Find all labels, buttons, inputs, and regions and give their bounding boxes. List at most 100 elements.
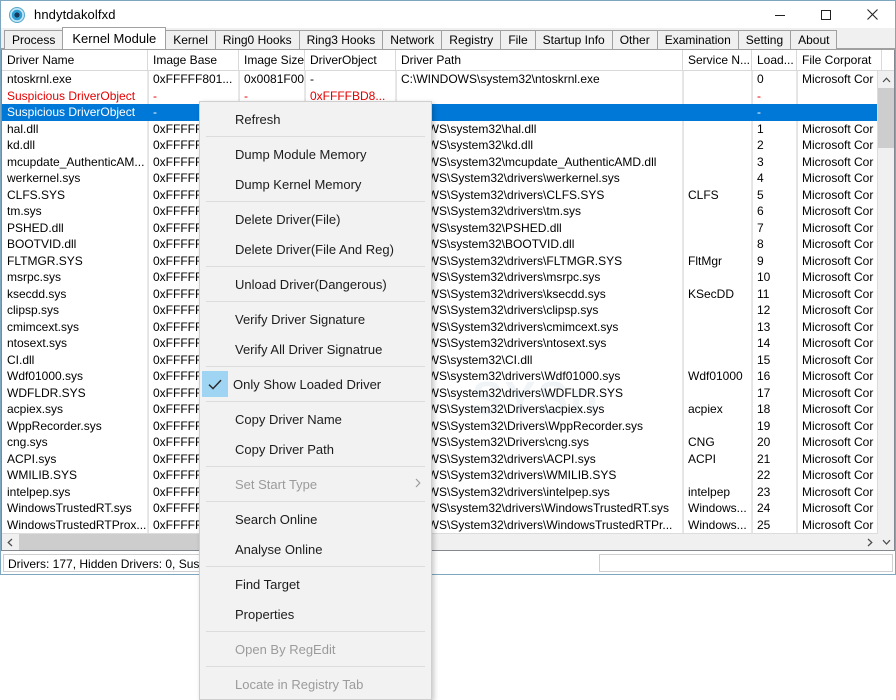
table-row[interactable]: BOOTVID.dll 0xFFFFF80 NDOWS\system32\BOOTV…: [2, 236, 894, 253]
table-row[interactable]: ntoskrnl.exe 0xFFFFF801... 0x0081F000- C:\W…: [2, 71, 894, 88]
menu-item-copy-driver-path[interactable]: Copy Driver Path: [200, 434, 431, 464]
tab-kernel[interactable]: Kernel: [165, 30, 216, 49]
cell-corp: Microsoft Cor: [797, 500, 882, 517]
tab-other[interactable]: Other: [611, 30, 658, 49]
tab-kernel-module[interactable]: Kernel Module: [62, 27, 167, 49]
scroll-right-arrow-icon[interactable]: [862, 534, 878, 550]
tab-ring0-hooks[interactable]: Ring0 Hooks: [214, 30, 300, 49]
menu-item-dump-module-memory[interactable]: Dump Module Memory: [200, 139, 431, 169]
table-row[interactable]: cmimcext.sys 0xFFFFF80 NDOWS\System32\driv…: [2, 318, 894, 335]
cell-name: kd.dll: [2, 137, 148, 154]
cell-service: KSecDD: [683, 285, 752, 302]
table-row[interactable]: werkernel.sys 0xFFFFF80 NDOWS\System32\dri…: [2, 170, 894, 187]
menu-item-find-target[interactable]: Find Target: [200, 569, 431, 599]
menu-item-refresh[interactable]: Refresh: [200, 104, 431, 134]
menu-icon-slot: [200, 504, 230, 534]
column-header-driver-name[interactable]: Driver Name: [2, 50, 148, 70]
tab-startup-info[interactable]: Startup Info: [534, 30, 613, 49]
column-header-driverobject[interactable]: DriverObject: [305, 50, 396, 70]
menu-item-only-show-loaded-driver[interactable]: Only Show Loaded Driver: [200, 369, 431, 399]
table-row[interactable]: Suspicious DriverObject--0xFFFFBD8...-: [2, 104, 894, 121]
cell-corp: Microsoft Cor: [797, 203, 882, 220]
menu-item-open-by-regedit: Open By RegEdit: [200, 634, 431, 664]
table-row[interactable]: FLTMGR.SYS 0xFFFFF80 NDOWS\System32\driver…: [2, 252, 894, 269]
table-row[interactable]: CI.dll 0xFFFFF80 NDOWS\system32\CI.dll 15 Mi…: [2, 351, 894, 368]
minimize-icon[interactable]: [757, 1, 803, 28]
table-row[interactable]: WppRecorder.sys 0xFFFFF80 NDOWS\System32\D…: [2, 417, 894, 434]
cell-order: 14: [752, 335, 797, 352]
vertical-scroll-thumb[interactable]: [878, 88, 894, 148]
table-row[interactable]: intelpep.sys 0xFFFFF80 NDOWS\System32\driv…: [2, 483, 894, 500]
column-header-image-base[interactable]: Image Base: [148, 50, 239, 70]
column-header-load-[interactable]: Load...: [752, 50, 797, 70]
cell-service: [683, 170, 752, 187]
column-header-service-n-[interactable]: Service N...: [683, 50, 752, 70]
table-row[interactable]: ksecdd.sys 0xFFFFF80 NDOWS\System32\driver…: [2, 285, 894, 302]
maximize-icon[interactable]: [803, 1, 849, 28]
menu-item-analyse-online[interactable]: Analyse Online: [200, 534, 431, 564]
vertical-scrollbar[interactable]: [877, 71, 894, 550]
table-row[interactable]: hal.dll 0xFFFFF80 NDOWS\system32\hal.dll 1 M…: [2, 120, 894, 137]
close-icon[interactable]: [849, 1, 895, 28]
horizontal-scrollbar[interactable]: [2, 533, 878, 550]
menu-item-delete-driver-file[interactable]: Delete Driver(File): [200, 204, 431, 234]
tab-setting[interactable]: Setting: [737, 30, 792, 49]
menu-item-properties[interactable]: Properties: [200, 599, 431, 629]
cell-order: 0: [752, 71, 797, 88]
scroll-up-arrow-icon[interactable]: [878, 71, 894, 88]
menu-item-unload-driver-dangerous[interactable]: Unload Driver(Dangerous): [200, 269, 431, 299]
cell-path: NDOWS\System32\Drivers\WppRecorder.sys: [396, 417, 683, 434]
menu-separator: [206, 631, 425, 632]
table-row[interactable]: kd.dll 0xFFFFF80 NDOWS\system32\kd.dll 2 Mic…: [2, 137, 894, 154]
menu-separator: [206, 501, 425, 502]
tab-file[interactable]: File: [500, 30, 536, 49]
table-row[interactable]: Wdf01000.sys 0xFFFFF80 NDOWS\system32\driv…: [2, 368, 894, 385]
scroll-down-arrow-icon[interactable]: [878, 533, 894, 550]
table-row[interactable]: cng.sys 0xFFFFF80 NDOWS\System32\Drivers\c…: [2, 434, 894, 451]
table-row[interactable]: WMILIB.SYS 0xFFFFF80 NDOWS\System32\driver…: [2, 467, 894, 484]
table-row[interactable]: Suspicious DriverObject--0xFFFFBD8...-: [2, 87, 894, 104]
menu-item-verify-all-driver-signatrue[interactable]: Verify All Driver Signatrue: [200, 334, 431, 364]
scroll-left-arrow-icon[interactable]: [2, 534, 18, 550]
cell-path: NDOWS\System32\drivers\clipsp.sys: [396, 302, 683, 319]
table-row[interactable]: tm.sys 0xFFFFF80 NDOWS\System32\drivers\tm…: [2, 203, 894, 220]
table-row[interactable]: WindowsTrustedRT.sys 0xFFFFF80 NDOWS\syste…: [2, 500, 894, 517]
cell-order: 24: [752, 500, 797, 517]
window-title: hndytdakolfxd: [34, 7, 116, 22]
column-header-file-corporat[interactable]: File Corporat: [797, 50, 882, 70]
tab-ring3-hooks[interactable]: Ring3 Hooks: [298, 30, 384, 49]
table-row[interactable]: WindowsTrustedRTProx... 0xFFFFF80 NDOWS\Sy…: [2, 516, 894, 533]
table-row[interactable]: WDFLDR.SYS 0xFFFFF80 NDOWS\system32\driver…: [2, 384, 894, 401]
menu-item-label: Properties: [235, 606, 295, 622]
tab-about[interactable]: About: [790, 30, 838, 49]
table-row[interactable]: msrpc.sys 0xFFFFF80 NDOWS\System32\drivers…: [2, 269, 894, 286]
menu-item-search-online[interactable]: Search Online: [200, 504, 431, 534]
column-header-image-size[interactable]: Image Size: [239, 50, 305, 70]
table-row[interactable]: ACPI.sys 0xFFFFF80 NDOWS\System32\drivers\…: [2, 450, 894, 467]
cell-path: NDOWS\system32\drivers\Wdf01000.sys: [396, 368, 683, 385]
menu-icon-slot: [200, 469, 230, 499]
cell-name: acpiex.sys: [2, 401, 148, 418]
driver-list-panel: Driver Name Image Base Image Size DriverObj…: [1, 50, 895, 551]
menu-item-delete-driver-file-and-reg[interactable]: Delete Driver(File And Reg): [200, 234, 431, 264]
menu-separator: [206, 301, 425, 302]
menu-icon-slot: [200, 334, 230, 364]
table-row[interactable]: PSHED.dll 0xFFFFF80 NDOWS\system32\PSHED.d…: [2, 219, 894, 236]
cell-path: NDOWS\System32\drivers\intelpep.sys: [396, 483, 683, 500]
cell-service: [683, 120, 752, 137]
table-row[interactable]: CLFS.SYS 0xFFFFF80 NDOWS\System32\drivers\…: [2, 186, 894, 203]
column-header-driver-path[interactable]: Driver Path: [396, 50, 683, 70]
table-row[interactable]: acpiex.sys 0xFFFFF80 NDOWS\System32\Driver…: [2, 401, 894, 418]
menu-item-dump-kernel-memory[interactable]: Dump Kernel Memory: [200, 169, 431, 199]
tab-process[interactable]: Process: [4, 30, 64, 49]
cell-name: tm.sys: [2, 203, 148, 220]
menu-icon-slot: [200, 569, 230, 599]
tab-registry[interactable]: Registry: [441, 30, 502, 49]
tab-examination[interactable]: Examination: [656, 30, 739, 49]
menu-item-verify-driver-signature[interactable]: Verify Driver Signature: [200, 304, 431, 334]
table-row[interactable]: ntosext.sys 0xFFFFF80 NDOWS\System32\drive…: [2, 335, 894, 352]
table-row[interactable]: mcupdate_AuthenticAM... 0xFFFFF80 NDOWS\sy…: [2, 153, 894, 170]
menu-item-copy-driver-name[interactable]: Copy Driver Name: [200, 404, 431, 434]
table-row[interactable]: clipsp.sys 0xFFFFF80 NDOWS\System32\driver…: [2, 302, 894, 319]
tab-network[interactable]: Network: [382, 30, 443, 49]
